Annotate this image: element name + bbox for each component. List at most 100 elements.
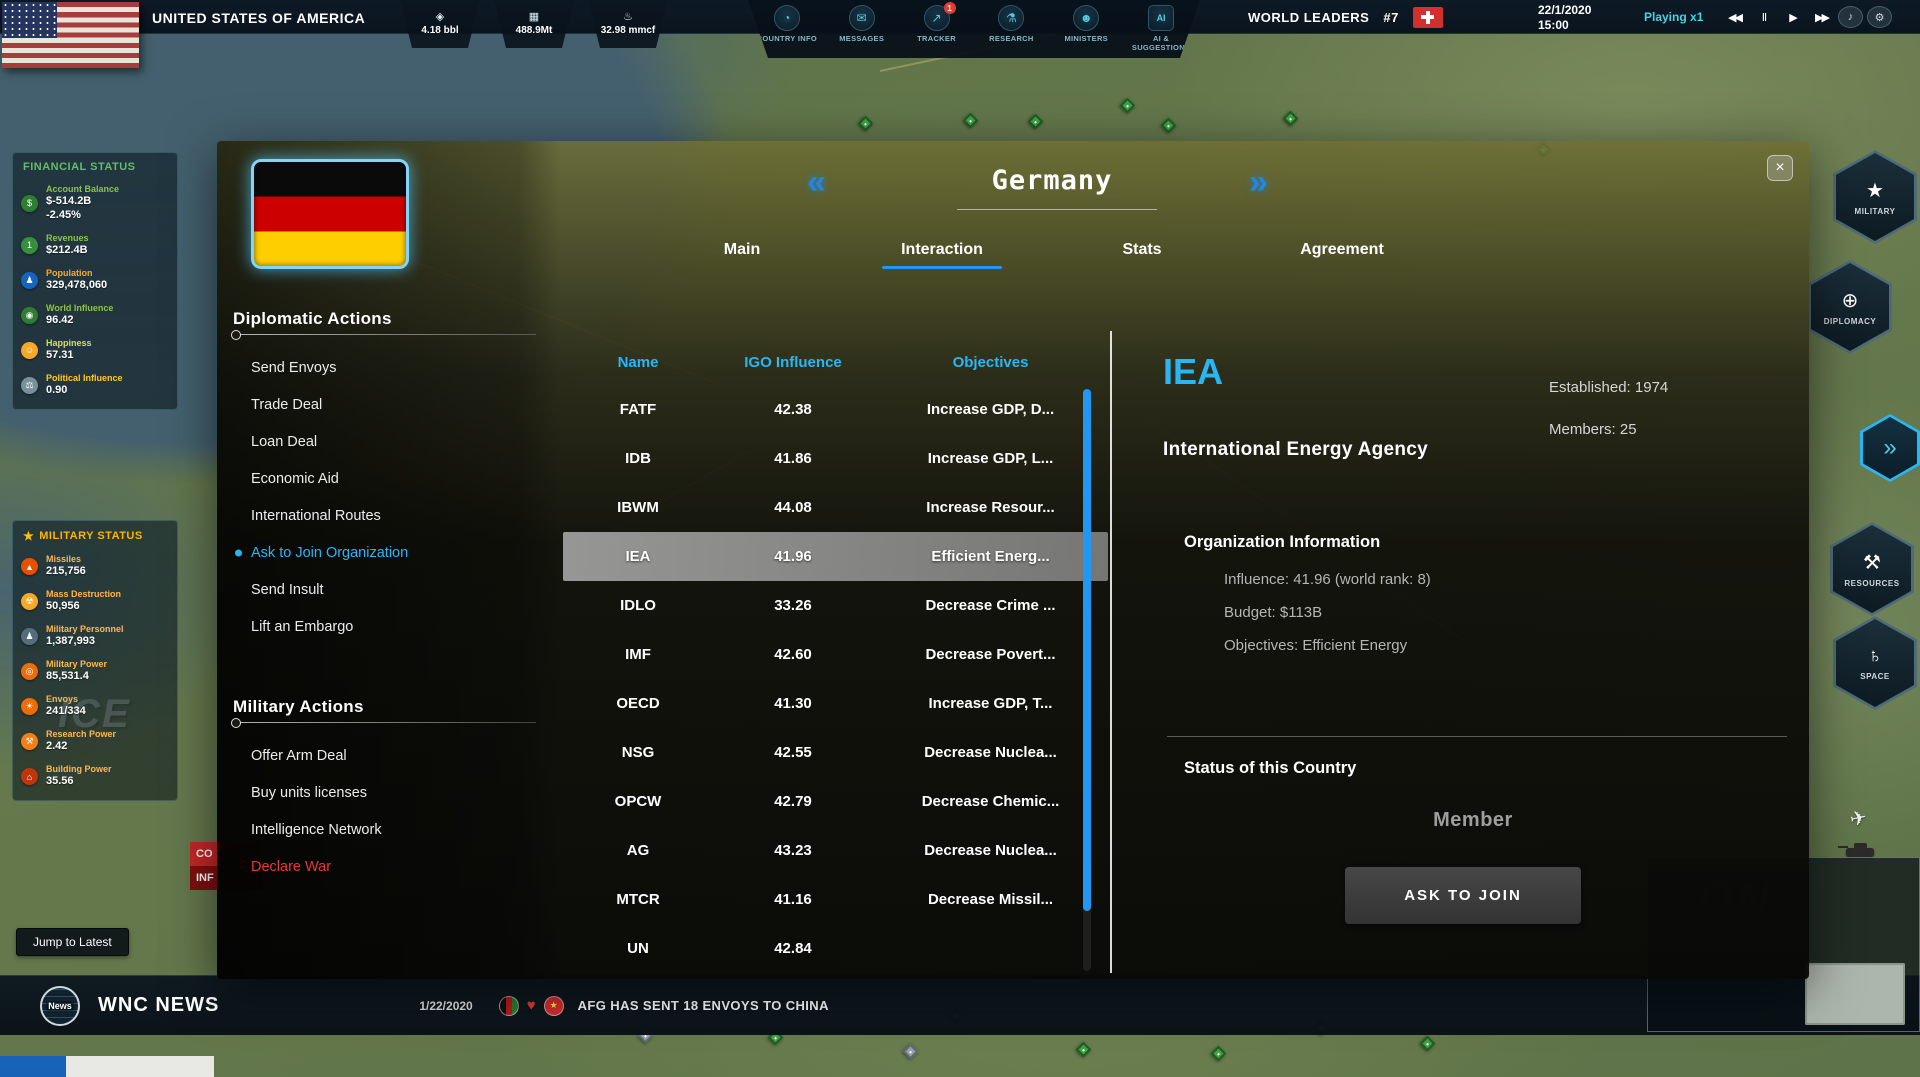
- table-row[interactable]: IDB 41.86 Increase GDP, L...: [563, 434, 1108, 483]
- news-headline: AFG HAS SENT 18 ENVOYS TO CHINA: [578, 998, 829, 1013]
- map-marker-icon: [903, 1044, 919, 1060]
- column-name: Name: [563, 354, 713, 371]
- ai-suggestions-icon: AI: [1148, 5, 1174, 31]
- cell-name: IDLO: [563, 597, 713, 614]
- political-influence-icon: ⚖: [21, 377, 38, 394]
- table-row[interactable]: IMF 42.60 Decrease Povert...: [563, 630, 1108, 679]
- materials-icon: ▦: [529, 10, 539, 23]
- music-button[interactable]: ♪: [1838, 6, 1863, 28]
- previous-country-chevron[interactable]: «: [807, 165, 826, 199]
- nav-messages[interactable]: ✉ MESSAGES: [826, 5, 898, 43]
- table-row[interactable]: IBWM 44.08 Increase Resour...: [563, 483, 1108, 532]
- cell-objectives: Decrease Missil...: [873, 891, 1108, 908]
- nav-country-info[interactable]: ◔ COUNTRY INFO: [751, 5, 823, 43]
- resource-oil[interactable]: ◈ 4.18 bbl: [400, 0, 480, 48]
- china-flag-icon: ★: [544, 996, 564, 1016]
- table-row[interactable]: UN 42.84: [563, 924, 1108, 973]
- table-row[interactable]: FATF 42.38 Increase GDP, D...: [563, 385, 1108, 434]
- account-balance-icon: $: [21, 195, 38, 212]
- country-info-icon: ◔: [774, 5, 800, 31]
- world-leaders-label: WORLD LEADERS: [1248, 10, 1369, 25]
- action-declare-war[interactable]: Declare War: [217, 848, 560, 885]
- table-row[interactable]: NSG 42.55 Decrease Nuclea...: [563, 728, 1108, 777]
- player-flag-usa[interactable]: [2, 2, 139, 68]
- time-controls: ◀◀ Ⅱ ▶ ▶▶ ♪ ⚙: [1722, 5, 1892, 29]
- table-row[interactable]: AG 43.23 Decrease Nuclea...: [563, 826, 1108, 875]
- minimap-thumbnail[interactable]: [1805, 963, 1905, 1025]
- action-trade-deal[interactable]: Trade Deal: [217, 386, 560, 423]
- vertical-divider: [1110, 331, 1112, 973]
- ask-to-join-button[interactable]: ASK TO JOIN: [1345, 867, 1581, 924]
- world-leaders[interactable]: WORLD LEADERS #7: [1248, 0, 1443, 34]
- play-button[interactable]: ▶: [1780, 5, 1805, 29]
- tab-interaction[interactable]: Interaction: [842, 241, 1042, 269]
- action-send-insult[interactable]: Send Insult: [217, 571, 560, 608]
- game-date: 22/1/2020: [1538, 3, 1591, 18]
- country-title: Germany: [857, 165, 1247, 196]
- stat-revenues: 1 Revenues $212.4B: [13, 228, 177, 263]
- jump-to-latest-button[interactable]: Jump to Latest: [16, 928, 129, 956]
- settings-gear-button[interactable]: ⚙: [1867, 6, 1892, 28]
- stat-value: 241/334: [46, 705, 86, 719]
- stat-label: Population: [46, 268, 107, 279]
- action-economic-aid[interactable]: Economic Aid: [217, 460, 560, 497]
- stat-label: Building Power: [46, 764, 112, 775]
- action-ask-to-join-organization[interactable]: Ask to Join Organization: [217, 534, 560, 571]
- news-date: 1/22/2020: [419, 999, 472, 1013]
- stat-label: Revenues: [46, 233, 89, 244]
- cell-objectives: Increase Resour...: [873, 499, 1108, 516]
- table-row[interactable]: OPCW 42.79 Decrease Chemic...: [563, 777, 1108, 826]
- nav-tracker[interactable]: 1 ↗ TRACKER: [901, 5, 973, 43]
- wnc-news-logo-icon: News: [40, 986, 80, 1026]
- table-row[interactable]: OECD 41.30 Increase GDP, T...: [563, 679, 1108, 728]
- action-buy-units-licenses[interactable]: Buy units licenses: [217, 774, 560, 811]
- table-scrollbar-track[interactable]: [1083, 387, 1091, 971]
- us-flag-canton: [2, 2, 57, 38]
- pause-button[interactable]: Ⅱ: [1751, 5, 1776, 29]
- stat-label: Military Power: [46, 659, 107, 670]
- table-row[interactable]: IDLO 33.26 Decrease Crime ...: [563, 581, 1108, 630]
- cell-name: NSG: [563, 744, 713, 761]
- action-loan-deal[interactable]: Loan Deal: [217, 423, 560, 460]
- cell-influence: 42.55: [713, 744, 873, 761]
- leader-flag-switzerland[interactable]: [1413, 7, 1443, 28]
- action-intelligence-network[interactable]: Intelligence Network: [217, 811, 560, 848]
- org-established: Established: 1974: [1549, 379, 1668, 396]
- game-screen: ICE ON ✈ UNITED STATES OF AMERICA ◈ 4.18…: [0, 0, 1920, 1077]
- dock-label: MILITARY: [1855, 207, 1896, 216]
- country-status-value: Member: [1163, 809, 1783, 832]
- section-divider: [233, 722, 536, 723]
- table-scrollbar-thumb[interactable]: [1083, 389, 1091, 911]
- close-icon[interactable]: ×: [1767, 155, 1793, 181]
- modal-actions-column: Diplomatic Actions Send Envoys Trade Dea…: [217, 141, 560, 979]
- resource-gas[interactable]: ♨ 32.98 mmcf: [588, 0, 668, 48]
- table-row[interactable]: MTCR 41.16 Decrease Missil...: [563, 875, 1108, 924]
- tab-main[interactable]: Main: [642, 241, 842, 269]
- cell-objectives: Increase GDP, D...: [873, 401, 1108, 418]
- next-country-chevron[interactable]: »: [1249, 165, 1268, 199]
- action-offer-arm-deal[interactable]: Offer Arm Deal: [217, 737, 560, 774]
- nav-ministers[interactable]: ☻ MINISTERS: [1050, 5, 1122, 43]
- resource-materials[interactable]: ▦ 488.9Mt: [494, 0, 574, 48]
- table-row-selected[interactable]: IEA 41.96 Efficient Energ...: [563, 532, 1108, 581]
- tab-stats[interactable]: Stats: [1042, 241, 1242, 269]
- cell-objectives: Efficient Energ...: [873, 548, 1108, 565]
- resource-value: 32.98 mmcf: [601, 25, 655, 36]
- action-send-envoys[interactable]: Send Envoys: [217, 349, 560, 386]
- action-lift-embargo[interactable]: Lift an Embargo: [217, 608, 560, 645]
- tab-agreement[interactable]: Agreement: [1242, 241, 1442, 269]
- resource-bar: ◈ 4.18 bbl ▦ 488.9Mt ♨ 32.98 mmcf: [400, 0, 668, 48]
- action-international-routes[interactable]: International Routes: [217, 497, 560, 534]
- rewind-button[interactable]: ◀◀: [1722, 5, 1747, 29]
- stat-label: Envoys: [46, 694, 86, 705]
- nav-label: MESSAGES: [839, 34, 884, 43]
- stat-value: $-514.2B: [46, 195, 119, 209]
- stat-missiles: ▲ Missiles 215,756: [13, 549, 177, 584]
- fast-forward-button[interactable]: ▶▶: [1809, 5, 1834, 29]
- stat-envoys: ☀ Envoys 241/334: [13, 689, 177, 724]
- stat-label: Missiles: [46, 554, 86, 565]
- resource-value: 488.9Mt: [516, 25, 553, 36]
- stat-building-power: ⌂ Building Power 35.56: [13, 759, 177, 794]
- nav-research[interactable]: ⚗ RESEARCH: [975, 5, 1047, 43]
- world-influence-icon: ◉: [21, 307, 38, 324]
